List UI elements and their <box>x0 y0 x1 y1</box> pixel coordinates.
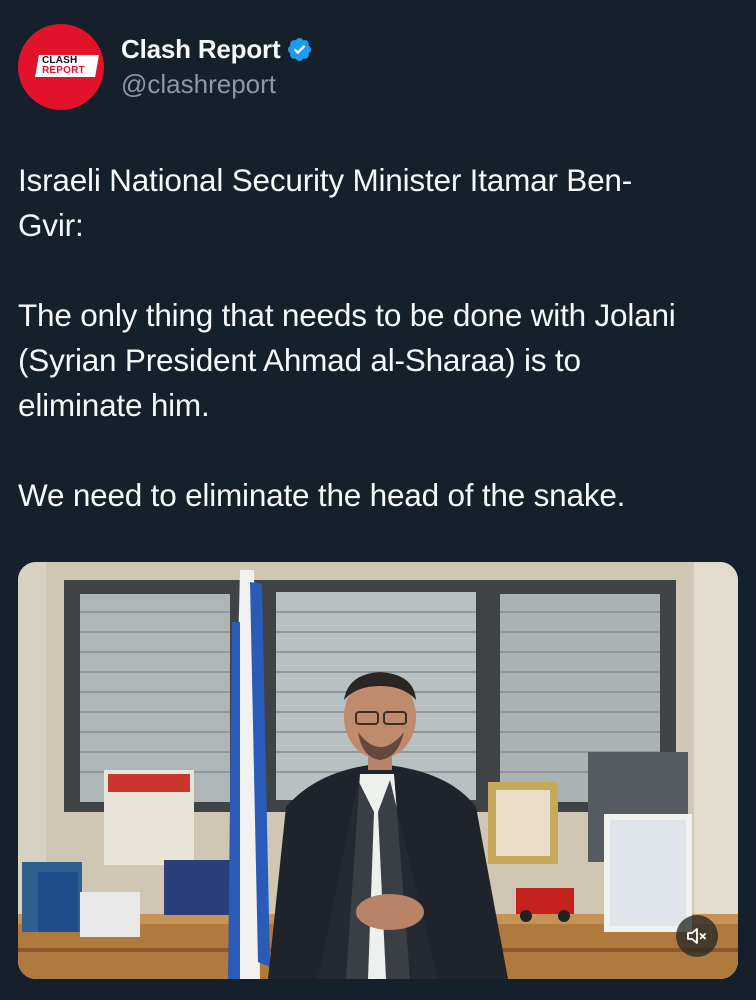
tweet-line: We need to eliminate the head of the sna… <box>18 477 626 513</box>
video-player[interactable] <box>18 562 738 979</box>
speaker-muted-icon <box>687 928 706 944</box>
tweet-line: eliminate him. <box>18 387 210 423</box>
tweet-text: Israeli National Security Minister Itama… <box>18 158 738 518</box>
handle[interactable]: @clashreport <box>121 69 313 100</box>
account-names: Clash Report @clashreport <box>121 34 313 100</box>
tweet-header: CLASH REPORT Clash Report @clashreport <box>18 24 313 110</box>
tweet-line: Gvir: <box>18 207 84 243</box>
tweet-line: Israeli National Security Minister Itama… <box>18 162 633 198</box>
tweet-line: (Syrian President Ahmad al-Sharaa) is to <box>18 342 581 378</box>
display-name[interactable]: Clash Report <box>121 34 281 65</box>
tweet-line: The only thing that needs to be done wit… <box>18 297 676 333</box>
mute-toggle-button[interactable] <box>676 915 718 957</box>
verified-badge-icon <box>288 37 312 62</box>
video-frame <box>18 562 738 979</box>
name-row: Clash Report <box>121 34 313 65</box>
avatar-logo-line2: REPORT <box>42 65 85 76</box>
avatar[interactable]: CLASH REPORT <box>18 24 104 110</box>
